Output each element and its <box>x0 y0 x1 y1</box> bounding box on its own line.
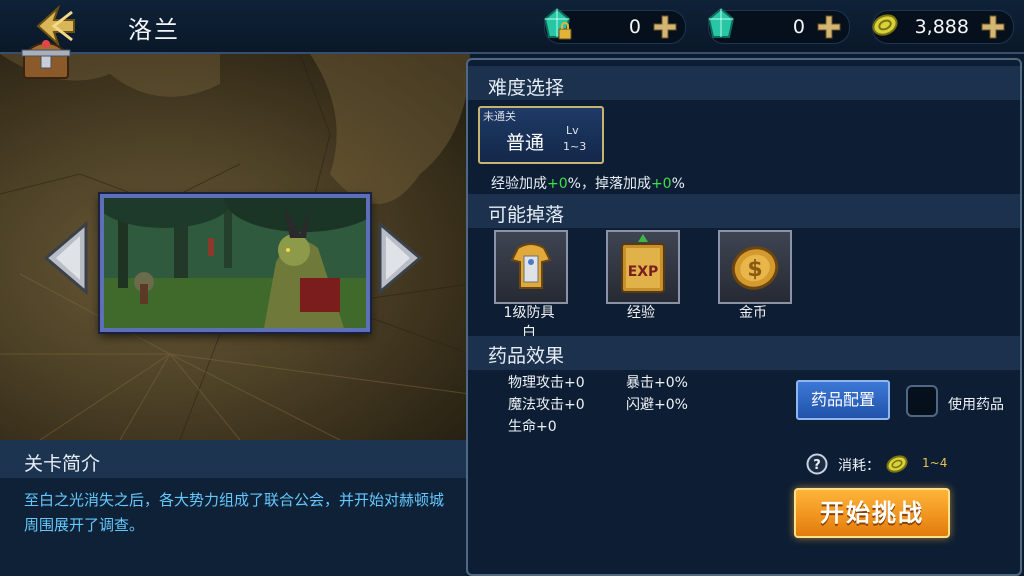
add-locked-crystal-button[interactable] <box>651 13 679 41</box>
drops-section-title: 可能掉落 <box>488 204 565 226</box>
intro-text: 至白之光消失之后，各大势力组成了联合公会，并开始对赫顿城周围展开了调查。 <box>24 491 445 534</box>
intro-title: 关卡简介 <box>24 453 101 475</box>
drop-label-line1: 金币 <box>739 305 767 321</box>
page-title: 洛兰 <box>128 16 180 44</box>
drop-bonus-value: +0 <box>650 176 672 192</box>
currency-value: 3,888 <box>914 16 969 38</box>
cost-label: 消耗： <box>838 458 880 474</box>
help-icon[interactable]: ? <box>806 453 828 475</box>
currency-crystal: 0 <box>707 7 850 44</box>
start-challenge-button[interactable]: 开始挑战 <box>794 488 950 538</box>
drop-label-line1: 1级防具 <box>503 305 555 321</box>
drop-item-exp[interactable]: EXP <box>606 230 680 304</box>
currency-value: 0 <box>628 16 641 38</box>
gold-coin-icon <box>872 14 898 36</box>
drop-label-line1: 经验 <box>627 305 655 321</box>
use-potion-checkbox[interactable] <box>906 385 938 417</box>
potion-section-title: 药品效果 <box>488 345 565 367</box>
goblin-forest-scene <box>94 164 384 328</box>
drop-item-armor[interactable] <box>494 230 568 304</box>
difficulty-lv-label: Lv <box>566 124 579 137</box>
armor-icon <box>510 243 552 289</box>
drop-label-exp: 经验 <box>601 302 681 322</box>
difficulty-lv-range: 1~3 <box>563 140 587 153</box>
svg-text:EXP: EXP <box>628 264 659 280</box>
gold-coin-icon <box>886 455 908 473</box>
treasure-chest-button[interactable] <box>18 30 74 84</box>
arrow-right-icon <box>378 220 423 296</box>
add-gold-button[interactable] <box>979 13 1007 41</box>
svg-text:?: ? <box>813 458 821 473</box>
add-crystal-button[interactable] <box>815 13 843 41</box>
treasure-chest-icon <box>21 40 71 79</box>
crystal-icon <box>707 7 735 38</box>
drop-item-gold[interactable]: $ <box>718 230 792 304</box>
cost-value: 1~4 <box>922 456 948 470</box>
difficulty-section-title: 难度选择 <box>488 77 565 99</box>
exp-bonus-label: 经验加成 <box>491 176 547 192</box>
bonus-separator: %，掉落加成 <box>567 176 651 192</box>
next-stage-button[interactable] <box>374 220 426 296</box>
stat-crit: 暴击+0% <box>626 375 688 391</box>
use-potion-label: 使用药品 <box>948 397 1004 413</box>
locked-crystal-icon <box>543 7 572 40</box>
stage-preview-image[interactable] <box>94 164 384 332</box>
exp-bonus-value: +0 <box>547 176 568 192</box>
gold-coin-icon: $ <box>731 246 779 290</box>
currency-locked-crystal: 0 <box>543 7 686 44</box>
stat-magic-attack: 魔法攻击+0 <box>508 397 585 413</box>
stat-physical-attack: 物理攻击+0 <box>508 375 585 391</box>
currency-gold: 3,888 <box>872 10 1014 44</box>
exp-book-icon: EXP <box>621 234 665 293</box>
difficulty-name: 普通 <box>506 132 545 154</box>
bonus-line: 经验加成+0%，掉落加成+0% <box>491 173 685 193</box>
arrow-left-icon <box>43 220 88 296</box>
previous-stage-button[interactable] <box>40 220 92 296</box>
drop-label-gold: 金币 <box>713 302 793 322</box>
stat-dodge: 闪避+0% <box>626 397 688 413</box>
potion-config-button[interactable]: 药品配置 <box>796 380 890 420</box>
svg-text:$: $ <box>747 257 762 282</box>
difficulty-status: 未通关 <box>483 110 516 123</box>
bonus-end: % <box>671 176 685 192</box>
currency-value: 0 <box>792 16 805 38</box>
stat-hp: 生命+0 <box>508 419 557 435</box>
